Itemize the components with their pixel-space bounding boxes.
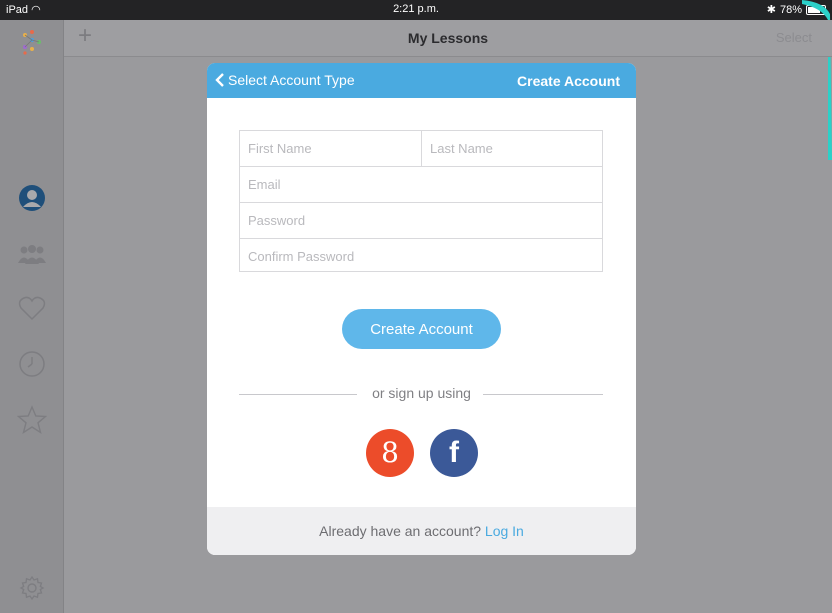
select-button[interactable]: Select	[776, 30, 812, 45]
email-row	[240, 167, 602, 203]
top-nav-bar: + My Lessons Select	[64, 20, 832, 57]
google-icon: 8	[381, 436, 399, 469]
status-bar: iPad ◠ 2:21 p.m. ✱ 78%	[0, 0, 832, 20]
modal-header: Select Account Type Create Account	[207, 63, 636, 98]
starred-star-icon[interactable]	[16, 404, 48, 436]
back-label: Select Account Type	[228, 72, 355, 88]
status-time: 2:21 p.m.	[393, 3, 439, 15]
battery-icon	[806, 4, 826, 15]
favorites-heart-icon[interactable]	[16, 292, 48, 324]
create-account-modal: Select Account Type Create Account Creat…	[207, 63, 636, 555]
already-have-account-text: Already have an account?	[319, 523, 482, 539]
status-right: ✱ 78%	[767, 3, 826, 16]
log-in-link[interactable]: Log In	[485, 523, 524, 539]
modal-footer: Already have an account? Log In	[207, 507, 636, 555]
bluetooth-icon: ✱	[766, 4, 776, 16]
first-name-field[interactable]	[240, 131, 421, 166]
confirm-password-row	[240, 239, 602, 274]
app-logo-icon[interactable]	[16, 26, 48, 58]
modal-title: Create Account	[517, 73, 620, 89]
confirm-password-field[interactable]	[240, 239, 602, 274]
google-signup-button[interactable]: 8	[366, 429, 414, 477]
password-row	[240, 203, 602, 239]
chevron-left-icon	[215, 73, 224, 87]
password-field[interactable]	[240, 203, 602, 238]
battery-percent: 78%	[779, 3, 802, 16]
signup-form	[239, 130, 603, 274]
profile-icon[interactable]	[16, 182, 48, 214]
name-row	[240, 131, 602, 167]
or-sign-up-text: or sign up using	[372, 385, 471, 401]
create-account-button[interactable]: Create Account	[342, 309, 501, 349]
page-title: My Lessons	[407, 30, 489, 46]
last-name-field[interactable]	[422, 131, 602, 166]
groups-icon[interactable]	[16, 238, 48, 270]
facebook-signup-button[interactable]: f	[430, 429, 478, 477]
settings-gear-icon[interactable]	[16, 572, 48, 604]
facebook-icon: f	[449, 436, 459, 469]
back-select-account-type-button[interactable]: Select Account Type	[215, 72, 355, 88]
history-clock-icon[interactable]	[16, 348, 48, 380]
sidebar	[0, 20, 64, 613]
email-field[interactable]	[240, 167, 602, 202]
